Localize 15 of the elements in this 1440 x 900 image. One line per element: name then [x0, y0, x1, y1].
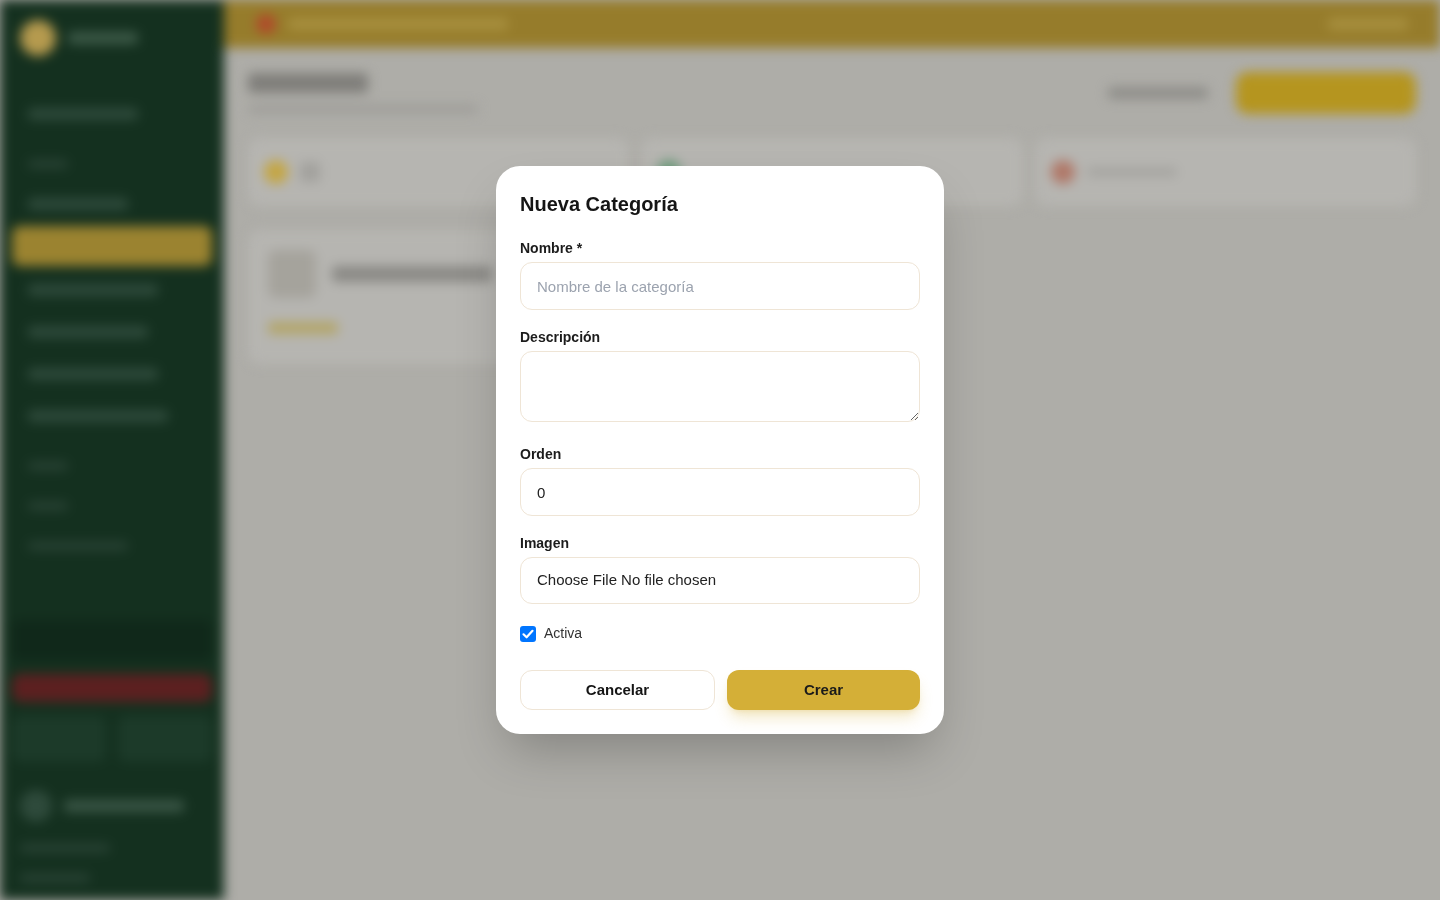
- field-label: Orden: [520, 445, 563, 464]
- create-button[interactable]: Crear: [727, 670, 920, 710]
- field-label: Imagen: [520, 534, 570, 553]
- textarea-field[interactable]: [520, 351, 920, 422]
- file-status-text: No file chosen: [621, 570, 717, 591]
- file-input-field[interactable]: Choose File No file chosen: [520, 557, 920, 604]
- checkbox[interactable]: [520, 625, 536, 642]
- dialog-title: Nueva Categoría: [520, 192, 679, 217]
- field-label: Descripción: [520, 328, 602, 347]
- choose-file-button[interactable]: Choose File: [537, 569, 618, 592]
- cancel-button[interactable]: Cancelar: [520, 670, 715, 710]
- checkbox-label: Activa: [544, 624, 583, 643]
- field-label: Nombre *: [520, 239, 584, 258]
- number-input[interactable]: 0: [520, 468, 920, 516]
- text-input[interactable]: Nombre de la categoría: [520, 262, 920, 310]
